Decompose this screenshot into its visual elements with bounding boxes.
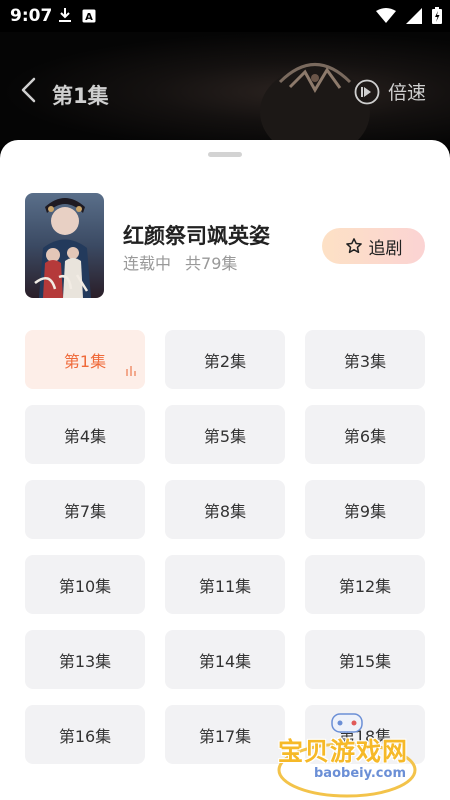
episode-tile[interactable]: 第11集 [165,555,285,614]
watermark-url: baobeiy.com [314,766,406,781]
status-time: 9:07 [10,6,53,26]
episode-tile[interactable]: 第8集 [165,480,285,539]
episode-tile[interactable]: 第14集 [165,630,285,689]
episode-tile[interactable]: 第10集 [25,555,145,614]
speed-label: 倍速 [387,82,426,104]
episode-tile[interactable]: 第7集 [25,480,145,539]
episode-label: 第4集 [63,426,107,446]
episode-tile[interactable]: 第16集 [25,705,145,764]
episode-label: 第8集 [203,501,247,521]
drag-handle[interactable] [208,152,242,157]
download-icon [58,7,72,27]
speed-play-icon [354,79,380,104]
drama-meta: 连载中 共79集 [123,250,237,274]
episode-title: 第1集 [52,84,109,108]
episode-tile[interactable]: 第12集 [305,555,425,614]
episode-tile[interactable]: 第13集 [25,630,145,689]
episode-label: 第2集 [203,351,247,371]
now-playing-icon [126,361,136,380]
episode-label: 第16集 [58,726,112,746]
status-bar: 9:07 A [0,0,450,32]
drama-poster [25,193,104,298]
episode-label: 第1集 [63,351,107,371]
episode-label: 第12集 [338,576,392,596]
watermark: 宝贝游戏网 baobeiy.com [272,710,422,800]
episode-label: 第17集 [198,726,252,746]
episode-tile[interactable]: 第9集 [305,480,425,539]
follow-label: 追剧 [368,238,403,259]
speed-button[interactable]: 倍速 [354,78,426,105]
episode-sheet: 红颜祭司飒英姿 连载中 共79集 追剧 第1集 第2集 第3集第4集 第5集 第6集第7集… [0,140,450,800]
watermark-text: 宝贝游戏网 [278,737,409,766]
episode-label: 第10集 [58,576,112,596]
video-player[interactable]: 第1集 倍速 [0,32,450,147]
episode-tile[interactable]: 第5集 [165,405,285,464]
episode-label: 第9集 [343,501,387,521]
wifi-icon [376,7,396,28]
episode-tile[interactable]: 第2集 [165,330,285,389]
back-button[interactable] [18,76,40,108]
episode-label: 第7集 [63,501,107,521]
chevron-left-icon [21,77,36,103]
episode-label: 第11集 [198,576,252,596]
star-outline-icon [345,238,362,254]
drama-status-label: 连载中 [123,254,172,273]
episode-label: 第6集 [343,426,387,446]
signal-icon [406,7,422,28]
episode-tile[interactable]: 第17集 [165,705,285,764]
drama-title: 红颜祭司飒英姿 [123,224,270,248]
keyboard-a-icon: A [82,8,96,27]
episode-label: 第3集 [343,351,387,371]
episode-tile-current[interactable]: 第1集 [25,330,145,389]
episode-tile[interactable]: 第6集 [305,405,425,464]
battery-icon [432,7,442,28]
episode-label: 第14集 [198,651,252,671]
follow-button[interactable]: 追剧 [322,228,425,264]
drama-episode-count: 共79集 [185,254,238,273]
episode-tile[interactable]: 第15集 [305,630,425,689]
episode-label: 第5集 [203,426,247,446]
svg-text:A: A [85,12,93,23]
episode-tile[interactable]: 第3集 [305,330,425,389]
episode-label: 第13集 [58,651,112,671]
episode-label: 第15集 [338,651,392,671]
episode-tile[interactable]: 第4集 [25,405,145,464]
